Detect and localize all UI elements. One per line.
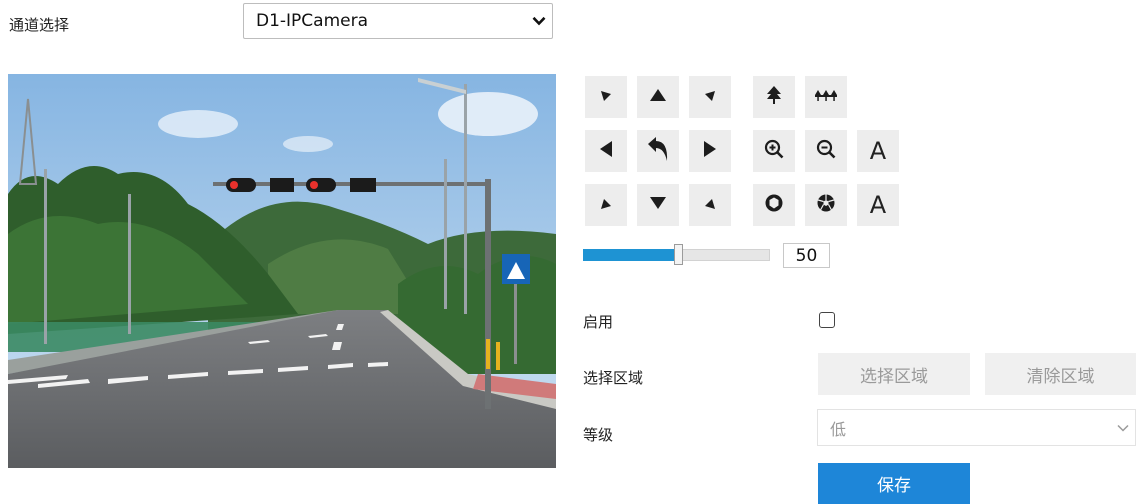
save-button[interactable]: 保存 — [818, 463, 970, 504]
select-region-button[interactable]: 选择区域 — [818, 353, 970, 395]
speed-slider-handle[interactable] — [674, 244, 683, 265]
down-right-arrow-icon — [704, 196, 716, 214]
zoom-in-button[interactable] — [753, 130, 795, 172]
chevron-down-icon — [526, 16, 552, 26]
down-arrow-icon — [649, 196, 667, 214]
auto-focus-button[interactable]: A — [857, 130, 899, 172]
up-left-arrow-icon — [600, 88, 612, 106]
video-preview[interactable] — [8, 74, 556, 468]
speed-value-box[interactable]: 50 — [783, 243, 830, 268]
zoom-out-button[interactable] — [805, 130, 847, 172]
channel-select[interactable]: D1-IPCamera — [243, 3, 553, 39]
ptz-up-button[interactable] — [637, 76, 679, 118]
ptz-down-right-button[interactable] — [689, 184, 731, 226]
ptz-down-left-button[interactable] — [585, 184, 627, 226]
ptz-home-button[interactable] — [637, 130, 679, 172]
focus-far-button[interactable] — [805, 76, 847, 118]
zoom-out-icon — [816, 139, 836, 163]
chevron-down-icon — [1111, 424, 1135, 432]
ptz-right-button[interactable] — [689, 130, 731, 172]
level-select-value: 低 — [830, 419, 847, 439]
level-select[interactable]: 低 — [817, 409, 1136, 446]
enable-label: 启用 — [583, 313, 614, 331]
clear-region-button[interactable]: 清除区域 — [985, 353, 1136, 395]
iris-close-button[interactable] — [805, 184, 847, 226]
channel-label: 通道选择 — [9, 16, 70, 34]
iris-open-icon — [764, 193, 784, 217]
return-arrow-icon — [646, 136, 670, 166]
iris-open-button[interactable] — [753, 184, 795, 226]
down-left-arrow-icon — [600, 196, 612, 214]
up-arrow-icon — [649, 88, 667, 106]
left-arrow-icon — [599, 140, 613, 162]
zoom-in-icon — [764, 139, 784, 163]
right-arrow-icon — [703, 140, 717, 162]
enable-checkbox[interactable] — [819, 312, 835, 328]
focus-near-button[interactable] — [753, 76, 795, 118]
level-label: 等级 — [583, 426, 614, 444]
region-label: 选择区域 — [583, 369, 644, 387]
speed-slider-fill — [583, 249, 677, 261]
ptz-down-button[interactable] — [637, 184, 679, 226]
ptz-up-left-button[interactable] — [585, 76, 627, 118]
up-right-arrow-icon — [704, 88, 716, 106]
channel-select-value: D1-IPCamera — [256, 11, 369, 31]
auto-iris-label: A — [869, 191, 887, 219]
auto-iris-button[interactable]: A — [857, 184, 899, 226]
ptz-up-right-button[interactable] — [689, 76, 731, 118]
forest-icon — [815, 88, 837, 106]
iris-close-icon — [816, 193, 836, 217]
auto-focus-label: A — [869, 137, 887, 165]
ptz-left-button[interactable] — [585, 130, 627, 172]
tree-icon — [765, 85, 783, 109]
